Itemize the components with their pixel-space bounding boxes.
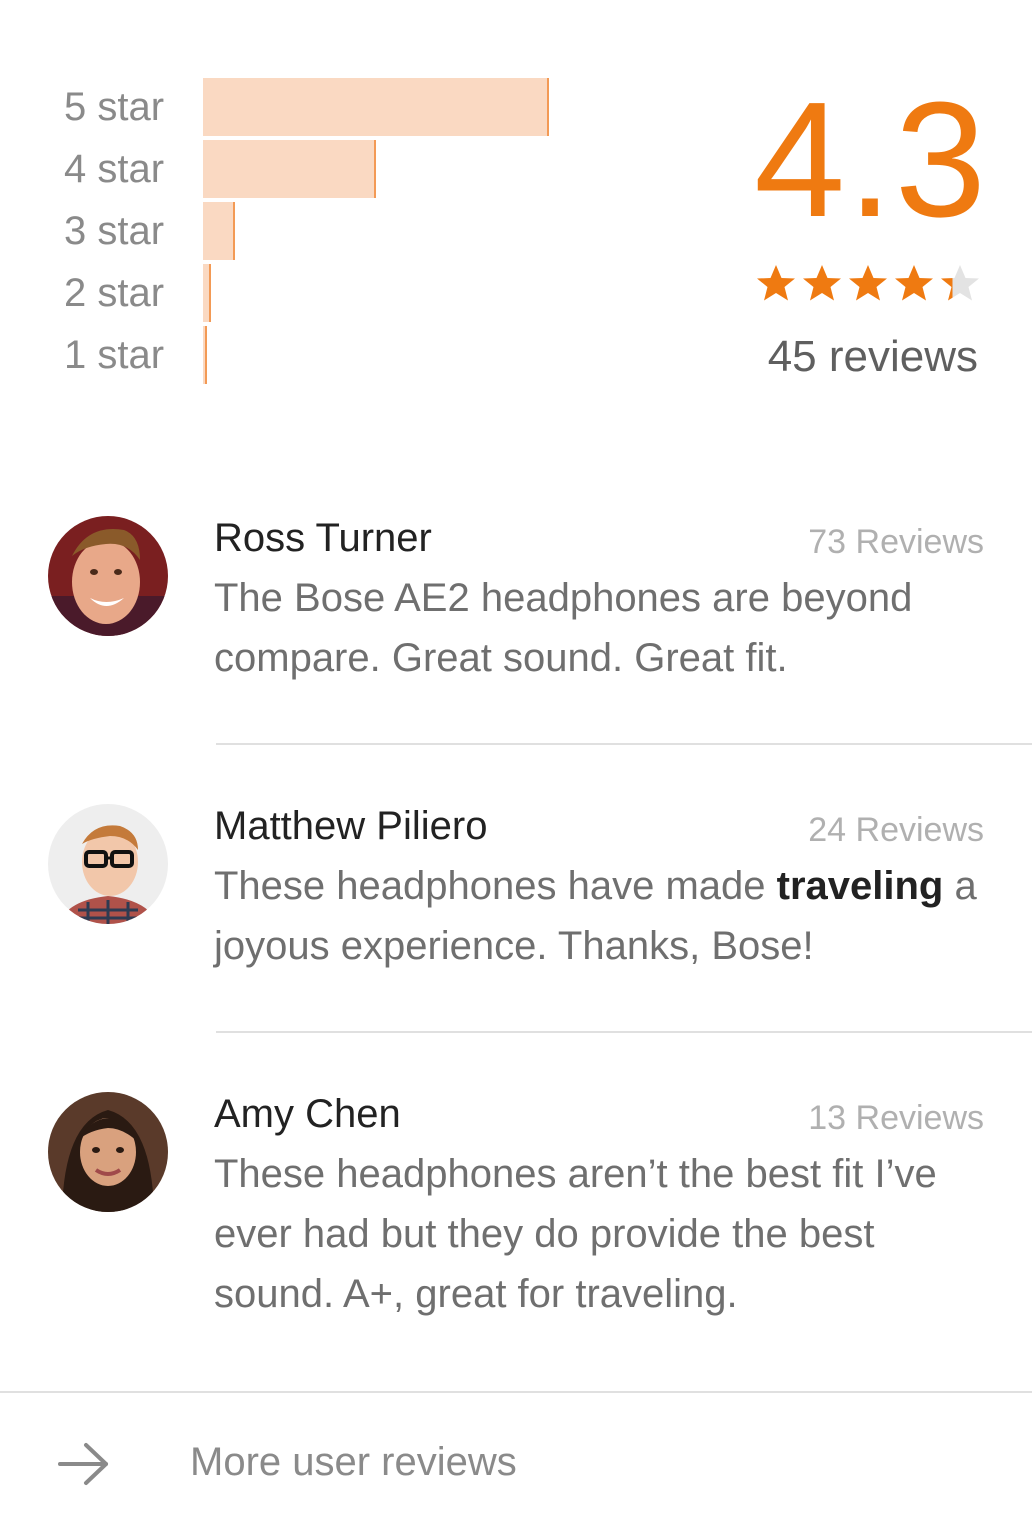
avatar <box>48 1092 168 1212</box>
bar-label: 3 star <box>64 209 165 253</box>
bar-fill <box>203 326 207 384</box>
divider <box>216 1031 1032 1033</box>
review-count: 45 reviews <box>767 332 978 381</box>
average-rating: 4.3 <box>754 68 988 251</box>
bar-track <box>203 202 743 260</box>
star-full-icon <box>754 262 798 306</box>
bar-label: 5 star <box>64 85 165 129</box>
star-full-icon <box>892 262 936 306</box>
reviewer-name: Matthew Piliero <box>214 804 488 848</box>
arrow-right-icon <box>58 1441 110 1492</box>
bar-fill <box>203 264 212 322</box>
reviewer-review-count: 73 Reviews <box>808 523 984 561</box>
review-text: These headphones have made traveling a j… <box>214 856 984 976</box>
bar-track <box>203 78 743 136</box>
more-user-reviews-link[interactable]: More user reviews <box>0 1393 1032 1536</box>
review-text: These headphones aren’t the best fit I’v… <box>214 1144 984 1324</box>
avatar <box>48 804 168 924</box>
bar-label: 4 star <box>64 147 165 191</box>
bar-track <box>203 264 743 322</box>
star-rating <box>754 262 982 308</box>
bar-track <box>203 140 743 198</box>
reviewer-review-count: 13 Reviews <box>808 1099 984 1137</box>
divider <box>216 743 1032 745</box>
bar-fill <box>203 202 236 260</box>
bar-fill <box>203 140 376 198</box>
reviewer-name: Amy Chen <box>214 1092 401 1136</box>
review-text-part: These headphones aren’t the best fit I’v… <box>214 1152 937 1316</box>
review-text-part: The Bose AE2 headphones are beyond compa… <box>214 576 913 680</box>
avatar <box>48 516 168 636</box>
bar-label: 1 star <box>64 333 165 377</box>
star-half-icon <box>938 262 982 306</box>
reviewer-review-count: 24 Reviews <box>808 811 984 849</box>
star-full-icon <box>846 262 890 306</box>
review-text-part: These headphones have made <box>214 864 777 908</box>
more-user-reviews-label: More user reviews <box>190 1440 517 1484</box>
review-text-bold: traveling <box>776 864 944 908</box>
review-text: The Bose AE2 headphones are beyond compa… <box>214 568 984 688</box>
star-full-icon <box>800 262 844 306</box>
bar-label: 2 star <box>64 271 165 315</box>
bar-fill <box>203 78 549 136</box>
bar-track <box>203 326 743 384</box>
reviewer-name: Ross Turner <box>214 516 432 560</box>
